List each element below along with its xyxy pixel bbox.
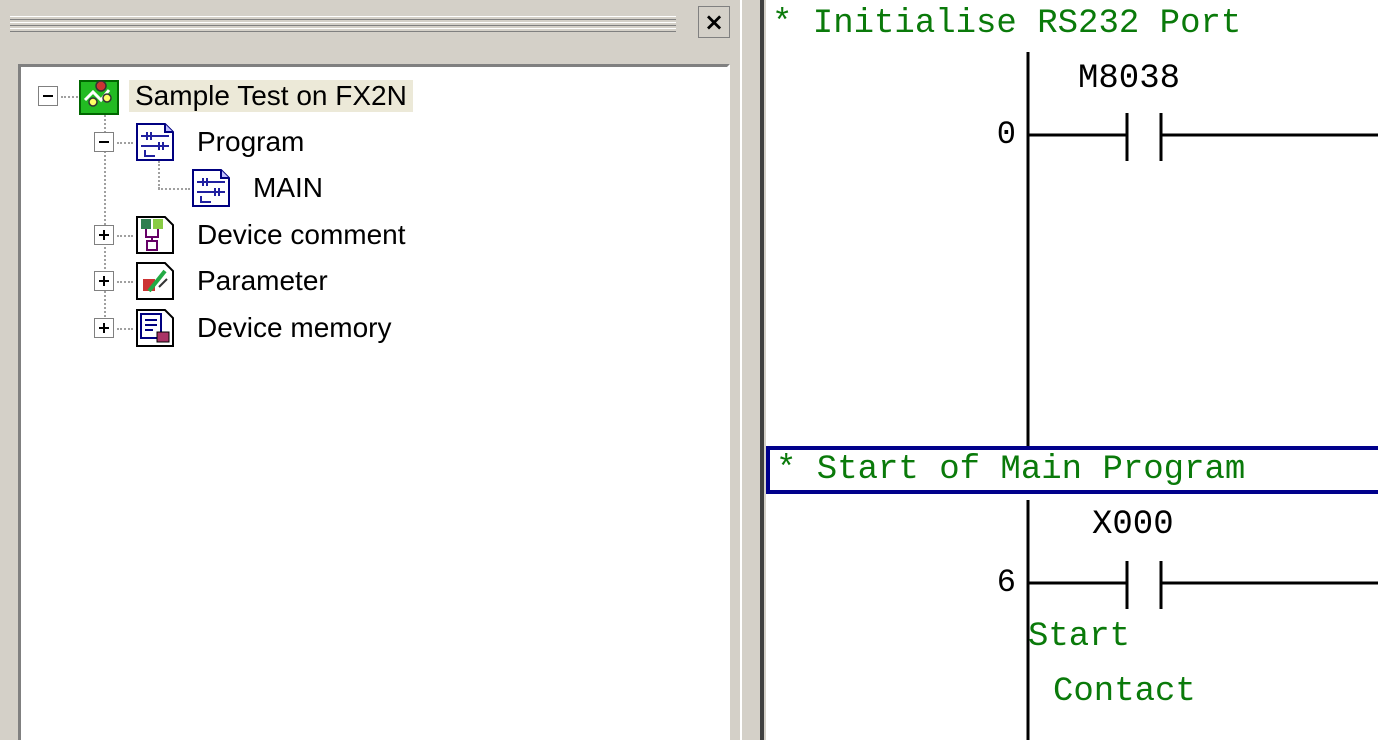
project-tree[interactable]: Sample Test on FX2N Program MAIN Device …: [18, 64, 730, 740]
panel-grip[interactable]: [10, 16, 676, 20]
tree-connector: [117, 142, 133, 144]
device-label-x000[interactable]: X000: [1092, 506, 1174, 544]
device-comment-line: Contact: [1053, 673, 1196, 711]
ladder-editor[interactable]: * Initialise RS232 Port M8038 0 * Start …: [766, 0, 1378, 740]
tree-node-device-comment[interactable]: Device comment: [135, 215, 412, 255]
device-memory-icon: [136, 309, 174, 347]
rung-comment[interactable]: * Initialise RS232 Port: [766, 0, 1241, 48]
minus-icon: [99, 141, 109, 143]
collapse-program-button[interactable]: [94, 132, 114, 152]
tree-label-device-comment: Device comment: [197, 219, 406, 250]
project-panel: × Sample Test on FX2N Program MAIN Devic…: [0, 0, 740, 740]
device-comment-line: Start: [1028, 618, 1131, 656]
close-panel-button[interactable]: ×: [698, 6, 730, 38]
step-number: 0: [996, 116, 1016, 153]
step-number: 6: [996, 564, 1016, 601]
contact-m8038[interactable]: [1028, 113, 1378, 161]
panel-grip[interactable]: [10, 28, 676, 32]
contact-x000[interactable]: [1028, 561, 1378, 609]
device-label-m8038[interactable]: M8038: [1078, 60, 1180, 98]
expand-device-comment-button[interactable]: [94, 225, 114, 245]
tree-label-program: Program: [197, 126, 305, 157]
tree-node-parameter[interactable]: Parameter: [135, 261, 334, 301]
expand-device-memory-button[interactable]: [94, 318, 114, 338]
tree-label-project: Sample Test on FX2N: [129, 80, 413, 112]
tree-node-project[interactable]: Sample Test on FX2N: [79, 76, 413, 116]
project-icon: [79, 80, 119, 115]
tree-connector: [61, 96, 81, 98]
tree-connector: [117, 281, 133, 283]
tree-node-main[interactable]: MAIN: [191, 168, 329, 208]
tree-label-main: MAIN: [253, 172, 323, 203]
close-icon: ×: [703, 8, 725, 36]
tree-node-program[interactable]: Program: [135, 122, 310, 162]
minus-icon: [43, 95, 53, 97]
tree-connector: [117, 235, 133, 237]
rung-comment-selected[interactable]: * Start of Main Program: [766, 446, 1378, 494]
program-icon: [136, 123, 174, 161]
device-comment-icon: [136, 216, 174, 254]
tree-label-device-memory: Device memory: [197, 312, 392, 343]
program-icon: [192, 169, 230, 207]
tree-connector: [158, 188, 190, 190]
tree-label-parameter: Parameter: [197, 265, 328, 296]
panel-grip[interactable]: [10, 22, 676, 26]
panel-splitter[interactable]: [740, 0, 766, 740]
parameter-icon: [136, 262, 174, 300]
tree-connector: [117, 328, 133, 330]
expand-parameter-button[interactable]: [94, 271, 114, 291]
tree-node-device-memory[interactable]: Device memory: [135, 308, 397, 348]
tree-connector: [158, 161, 160, 189]
collapse-project-button[interactable]: [38, 86, 58, 106]
